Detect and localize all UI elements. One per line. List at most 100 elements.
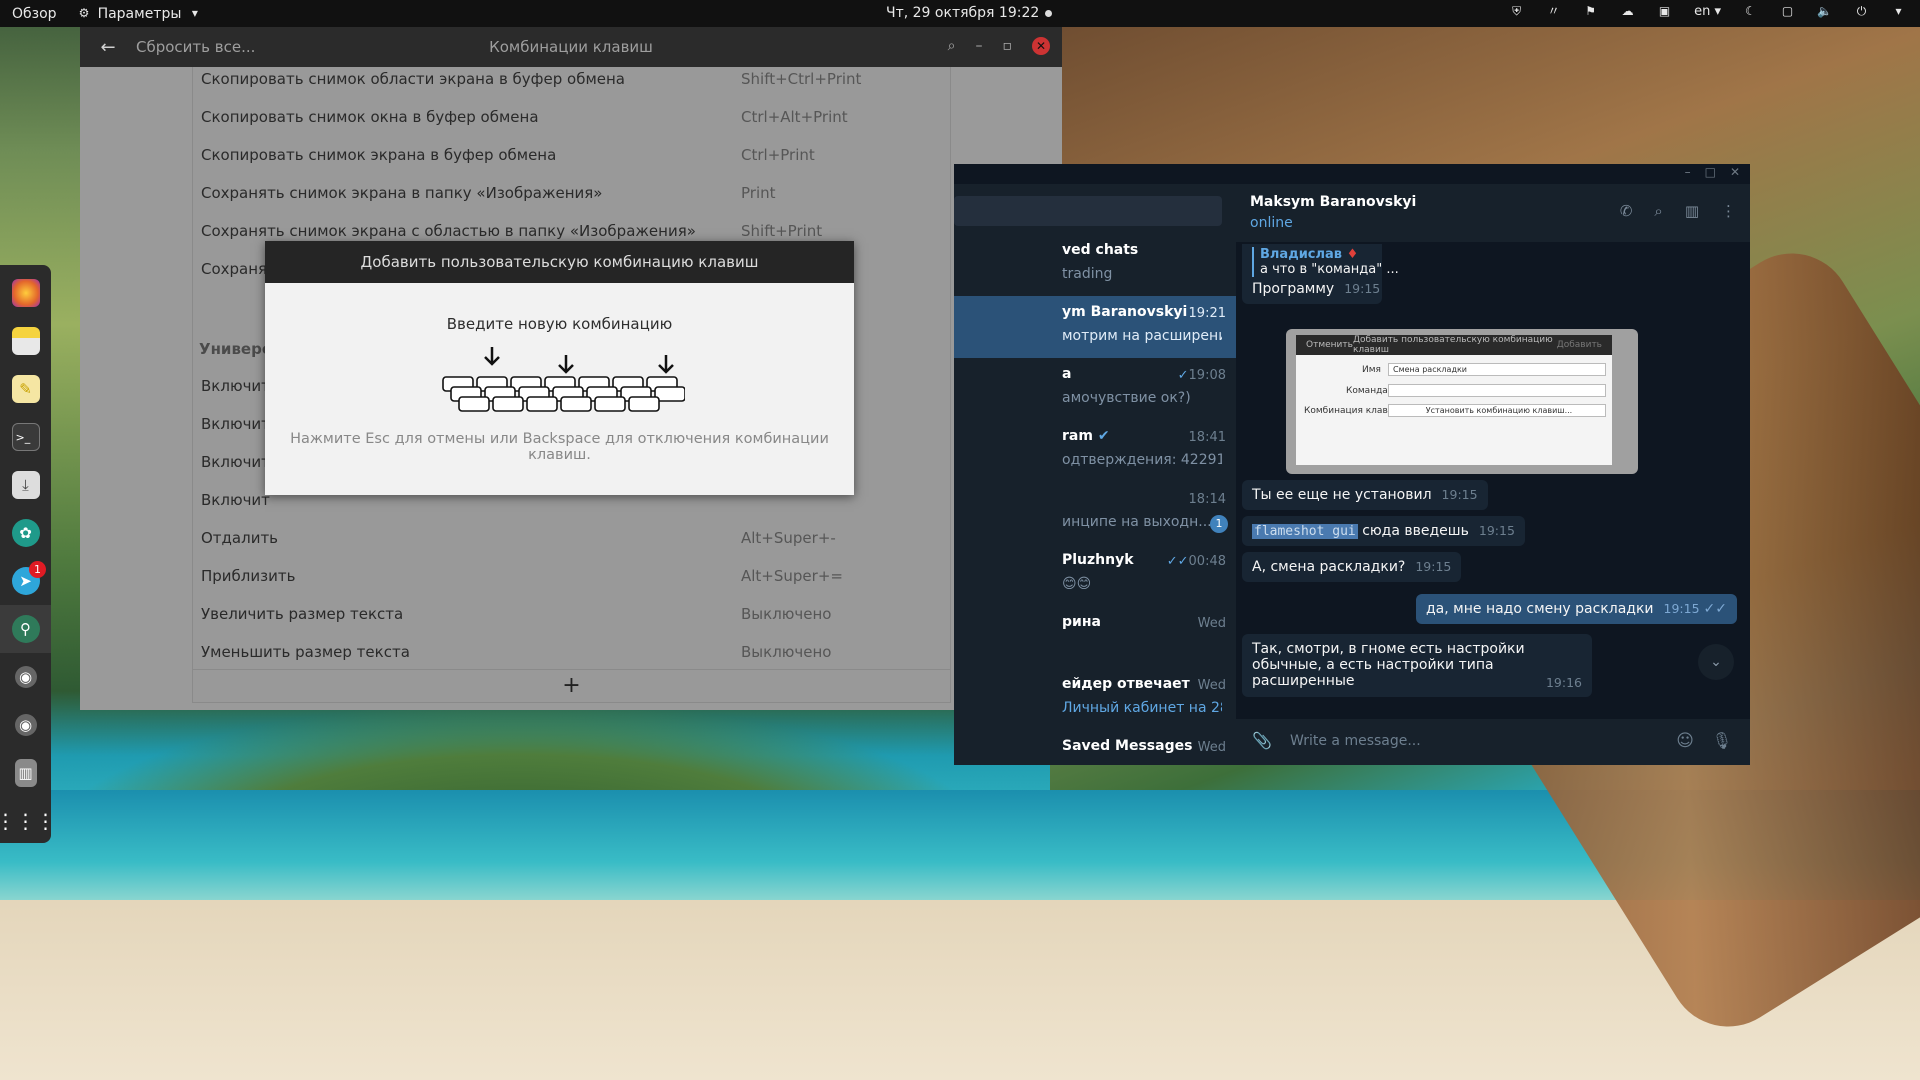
chat-item[interactable]: инципе на выходн... 18:14 1 bbox=[954, 482, 1236, 544]
chat-time: 19:21 bbox=[1188, 306, 1226, 321]
dock-screenshot-2[interactable]: ◉ bbox=[0, 701, 51, 749]
telegram-titlebar: – □ ✕ bbox=[954, 164, 1750, 184]
message-text: А, смена раскладки? bbox=[1252, 559, 1406, 575]
shortcut-name: Приблизить bbox=[201, 567, 296, 585]
shot-add: Добавить bbox=[1556, 340, 1602, 350]
chat-time-label: 19:08 bbox=[1188, 368, 1226, 383]
dock-downloads[interactable]: ⤓ bbox=[0, 461, 51, 509]
chat-name: Pluzhnyk bbox=[1062, 552, 1134, 568]
shortcut-key: Print bbox=[741, 184, 776, 202]
shortcut-row[interactable]: Уменьшить размер текста Выключено bbox=[193, 633, 950, 671]
message[interactable]: А, смена раскладки? 19:15 bbox=[1242, 552, 1462, 582]
chat-item[interactable]: ram ✔ одтверждения: 42291... 18:41 bbox=[954, 420, 1236, 482]
chat-name: Saved Messages bbox=[1062, 738, 1193, 754]
attach-icon[interactable]: 📎 bbox=[1252, 731, 1272, 750]
dock-terminal[interactable]: >_ bbox=[0, 413, 51, 461]
dock-software[interactable]: ✿ bbox=[0, 509, 51, 557]
shortcut-name: Скопировать снимок экрана в буфер обмена bbox=[201, 146, 557, 164]
reset-all-button[interactable]: Сбросить все... bbox=[136, 38, 255, 56]
sidebar-icon[interactable]: ▥ bbox=[1685, 202, 1699, 220]
app-menu-label: Параметры bbox=[97, 5, 182, 22]
chat-item-selected[interactable]: ym Baranovskyi мотрим на расширения 19:21 bbox=[954, 296, 1236, 358]
conversation-header: Maksym Baranovskyi online ✆ ⌕ ▥ ⋮ bbox=[1236, 184, 1750, 242]
microphone-icon[interactable]: 🎙 bbox=[1712, 731, 1732, 750]
feather-icon[interactable]: 〃 bbox=[1546, 4, 1561, 19]
shortcut-row[interactable]: Приблизить Alt+Super+= bbox=[193, 557, 950, 595]
dock-telegram[interactable]: ➤ 1 bbox=[0, 557, 51, 605]
chat-item[interactable]: рина Wed bbox=[954, 606, 1236, 668]
message-text: да, мне надо смену раскладки bbox=[1426, 601, 1654, 617]
shortcut-row[interactable]: Скопировать снимок экрана в буфер обмена… bbox=[193, 136, 950, 174]
shortcut-row[interactable]: Сохранять снимок экрана в папку «Изображ… bbox=[193, 174, 950, 212]
close-icon[interactable]: ✕ bbox=[1730, 165, 1740, 179]
shortcut-row[interactable]: Отдалить Alt+Super+- bbox=[193, 519, 950, 557]
dock-extension[interactable]: ⚲ bbox=[0, 605, 51, 653]
scroll-down-icon[interactable]: ⌄ bbox=[1698, 644, 1734, 680]
app-menu[interactable]: ⚙ Параметры ▾ bbox=[77, 6, 203, 22]
contact-name[interactable]: Maksym Baranovskyi bbox=[1250, 194, 1416, 210]
shortcut-row[interactable]: Скопировать снимок области экрана в буфе… bbox=[193, 60, 950, 98]
shortcut-row[interactable]: Скопировать снимок окна в буфер обмена Ct… bbox=[193, 98, 950, 136]
clock[interactable]: Чт, 29 октября 19:22 bbox=[886, 5, 1053, 21]
minimize-icon[interactable]: – bbox=[976, 38, 983, 54]
search-icon[interactable]: ⌕ bbox=[1654, 202, 1662, 220]
chat-item[interactable]: ved chats trading bbox=[954, 234, 1236, 296]
chat-item[interactable]: а амочувствие ок?) ✓19:08 bbox=[954, 358, 1236, 420]
chat-item[interactable]: Saved Messages Wed bbox=[954, 730, 1236, 765]
message[interactable]: flameshot gui сюда введешь 19:15 bbox=[1242, 516, 1525, 546]
screenshot-image[interactable]: Отменить Добавить пользовательскую комбин… bbox=[1286, 329, 1638, 474]
message-outgoing[interactable]: да, мне надо смену раскладки 19:15 ✓✓ bbox=[1416, 594, 1738, 624]
dock-trash[interactable]: ▥ bbox=[0, 749, 51, 797]
cloud-icon[interactable]: ☁ bbox=[1620, 4, 1635, 19]
chat-item[interactable]: ейдер отвечает Личный кабинет на 28.10.20… bbox=[954, 668, 1236, 730]
search-icon[interactable]: ⌕ bbox=[948, 38, 956, 54]
shot-field-button: Установить комбинацию клавиш... bbox=[1388, 404, 1606, 417]
dock-firefox[interactable] bbox=[0, 269, 51, 317]
shortcut-row[interactable]: Увеличить размер текста Выключено bbox=[193, 595, 950, 633]
emoji-icon[interactable]: ☺ bbox=[1676, 731, 1694, 751]
message-time: 19:15 bbox=[1344, 281, 1381, 296]
message-reply[interactable]: Владислав ♦ а что в "команда" ... Програ… bbox=[1242, 244, 1399, 304]
close-icon[interactable]: ✕ bbox=[1032, 37, 1050, 55]
message[interactable]: Ты ее еще не установил 19:15 bbox=[1242, 480, 1488, 510]
maximize-icon[interactable]: ▫ bbox=[1003, 38, 1013, 54]
keyboard-layout[interactable]: en ▾ bbox=[1694, 4, 1721, 19]
search-input[interactable] bbox=[954, 196, 1222, 226]
maximize-icon[interactable]: □ bbox=[1705, 165, 1716, 179]
back-arrow-icon[interactable]: ← bbox=[80, 37, 136, 58]
chat-preview: 😊😊 bbox=[1062, 576, 1092, 592]
flag-icon[interactable]: ⚑ bbox=[1583, 4, 1598, 19]
chevron-down-icon[interactable]: ▾ bbox=[1891, 4, 1906, 19]
chat-time: 18:41 bbox=[1188, 430, 1226, 445]
message-input[interactable]: Write a message... bbox=[1290, 733, 1421, 749]
volume-icon[interactable]: 🔈 bbox=[1817, 4, 1832, 19]
message-time: 19:16 bbox=[1545, 675, 1582, 690]
night-light-icon[interactable]: ☾ bbox=[1743, 4, 1758, 19]
chat-item[interactable]: Pluzhnyk 😊😊 ✓✓00:48 bbox=[954, 544, 1236, 606]
phone-icon[interactable]: ✆ bbox=[1620, 202, 1633, 220]
dock-screenshot[interactable]: ◉ bbox=[0, 653, 51, 701]
message-code: flameshot gui bbox=[1252, 524, 1358, 539]
chat-time-label: 00:48 bbox=[1188, 554, 1226, 569]
shortcut-key: Ctrl+Alt+Print bbox=[741, 108, 848, 126]
minimize-icon[interactable]: – bbox=[1685, 165, 1691, 179]
reply-text: а что в "команда" ... bbox=[1260, 262, 1399, 277]
trash-icon: ▥ bbox=[14, 759, 37, 787]
message[interactable]: Так, смотри, в гноме есть настройки обыч… bbox=[1242, 634, 1592, 697]
dock-text-editor[interactable]: ✎ bbox=[0, 365, 51, 413]
monitor-icon[interactable]: ▣ bbox=[1657, 4, 1672, 19]
embedded-dialog: Отменить Добавить пользовательскую комбин… bbox=[1296, 335, 1612, 465]
dock-files[interactable] bbox=[0, 317, 51, 365]
unread-badge: 1 bbox=[29, 561, 46, 578]
screen-icon[interactable]: ▢ bbox=[1780, 4, 1795, 19]
shortcut-key: Выключено bbox=[741, 643, 832, 661]
activities-button[interactable]: Обзор bbox=[0, 6, 69, 22]
more-icon[interactable]: ⋮ bbox=[1721, 202, 1736, 220]
chat-name: ym Baranovskyi bbox=[1062, 304, 1188, 320]
add-shortcut-button[interactable]: + bbox=[193, 669, 950, 702]
shield-icon[interactable]: ⛨ bbox=[1509, 4, 1524, 19]
power-icon[interactable]: ⏻ bbox=[1854, 4, 1869, 19]
dock-show-apps[interactable]: ⋮⋮⋮ bbox=[0, 797, 56, 845]
shortcut-name: Скопировать снимок области экрана в буфе… bbox=[201, 70, 625, 88]
shortcut-name: Включит bbox=[201, 491, 270, 509]
